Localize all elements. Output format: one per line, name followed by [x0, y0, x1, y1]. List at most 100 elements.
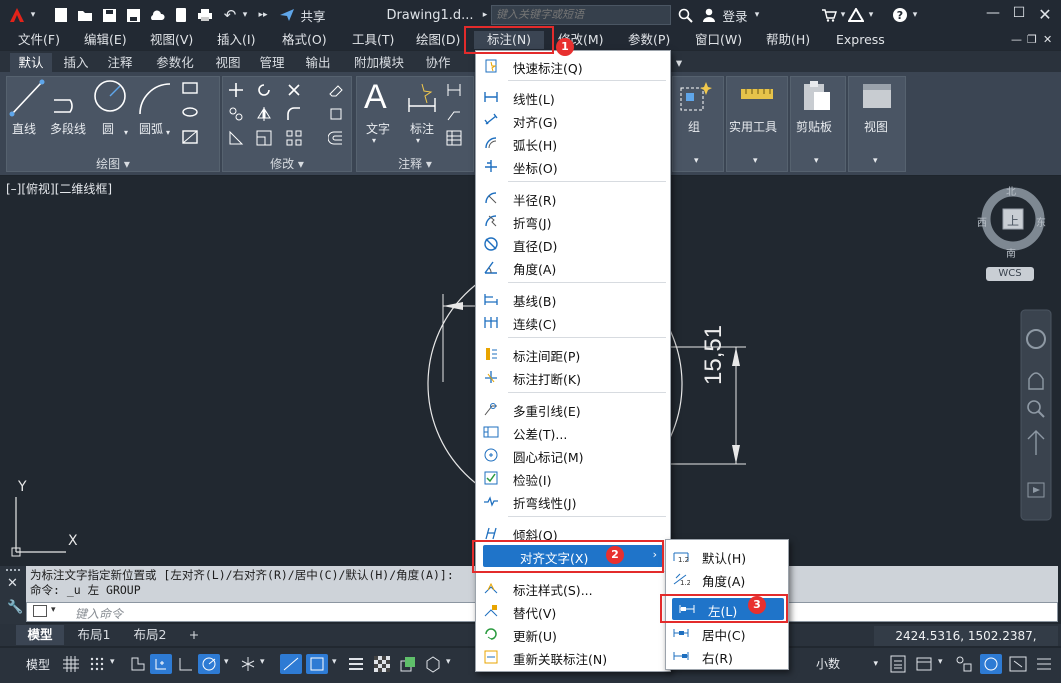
save-as-icon[interactable] — [124, 4, 142, 26]
menu-item-baseline[interactable]: 基线(B) — [476, 288, 670, 310]
menu-edit[interactable]: 编辑(E) — [84, 31, 127, 49]
customization-icon[interactable] — [1034, 654, 1054, 674]
scale-icon[interactable] — [256, 130, 272, 146]
menu-tools[interactable]: 工具(T) — [352, 31, 394, 49]
hardware-acceleration-icon[interactable] — [980, 654, 1002, 674]
text-tool-icon[interactable]: A — [364, 78, 387, 117]
stretch-icon[interactable] — [228, 130, 244, 146]
app-menu-chevron-icon[interactable]: ▾ — [28, 4, 38, 26]
menu-item-aligned[interactable]: 对齐(G) — [476, 109, 670, 131]
dynamic-input-icon[interactable] — [150, 654, 172, 674]
circle-tool-label[interactable]: 圆 — [102, 120, 114, 137]
menu-help[interactable]: 帮助(H) — [766, 31, 810, 49]
array-icon[interactable] — [286, 130, 302, 146]
menu-item-dimension-space[interactable]: 标注间距(P) — [476, 343, 670, 365]
offset-icon[interactable] — [328, 130, 344, 146]
clean-screen-icon[interactable] — [1008, 654, 1028, 674]
compass-east[interactable]: 东 — [1036, 214, 1046, 229]
menu-item-angular[interactable]: 角度(A) — [476, 256, 670, 278]
tab-manage[interactable]: 管理 — [252, 53, 292, 72]
isometric-dropdown-icon[interactable]: ▾ — [260, 657, 265, 667]
menu-item-quick-dimension[interactable]: 快速标注(Q) — [476, 55, 670, 77]
tab-default[interactable]: 默认 — [10, 53, 52, 72]
compass-south[interactable]: 南 — [1006, 245, 1016, 260]
tab-output[interactable]: 输出 — [298, 53, 338, 72]
menu-item-center-mark[interactable]: 圆心标记(M) — [476, 444, 670, 466]
tab-view[interactable]: 视图 — [208, 53, 248, 72]
menu-item-jogged[interactable]: 折弯(J) — [476, 210, 670, 232]
submenu-item-right[interactable]: 右(R) — [666, 645, 788, 667]
undo-dropdown-icon[interactable]: ▾ — [240, 4, 250, 26]
infer-constraints-icon[interactable] — [128, 654, 148, 674]
dimension-tool-label[interactable]: 标注 — [410, 120, 434, 137]
cloud-upload-icon[interactable] — [148, 4, 166, 26]
compass-west[interactable]: 西 — [977, 214, 987, 229]
grid-icon[interactable] — [62, 655, 80, 673]
menu-item-jogged-linear[interactable]: 折弯线性(J) — [476, 490, 670, 512]
tab-addins[interactable]: 附加模块 — [346, 53, 412, 72]
move-icon[interactable] — [228, 82, 244, 98]
model-space-button[interactable]: 模型 — [26, 656, 50, 673]
panel-title-draw[interactable]: 绘图 ▾ — [6, 155, 220, 173]
hatch-icon[interactable] — [182, 106, 198, 118]
share-button[interactable]: 共享 — [298, 4, 328, 26]
menu-item-arc-length[interactable]: 弧长(H) — [476, 132, 670, 154]
menu-item-reassociate[interactable]: 重新关联标注(N) — [476, 646, 670, 668]
login-button[interactable]: 登录 — [720, 4, 750, 26]
arc-dropdown-icon[interactable]: ▾ — [166, 128, 170, 137]
menu-item-dimension-break[interactable]: 标注打断(K) — [476, 366, 670, 388]
app-logo-icon[interactable] — [6, 4, 28, 26]
clipboard-dropdown-icon[interactable]: ▾ — [814, 156, 819, 166]
search-icon[interactable] — [676, 4, 694, 26]
menu-format[interactable]: 格式(O) — [282, 31, 327, 49]
group-dropdown-icon[interactable]: ▾ — [694, 156, 699, 166]
autodesk-app-icon[interactable] — [846, 4, 866, 26]
menu-item-continue[interactable]: 连续(C) — [476, 311, 670, 333]
mirror-icon[interactable] — [256, 106, 272, 122]
mobile-icon[interactable] — [172, 4, 190, 26]
tab-layout1[interactable]: 布局1 — [68, 625, 120, 645]
circle-dropdown-icon[interactable]: ▾ — [124, 128, 128, 137]
print-icon[interactable] — [196, 4, 214, 26]
fillet-icon[interactable] — [286, 106, 302, 122]
linear-dim-small-icon[interactable] — [446, 82, 462, 98]
isolate-objects-icon[interactable] — [954, 654, 974, 674]
help-icon[interactable]: ? — [890, 4, 910, 26]
view-dropdown-icon[interactable]: ▾ — [873, 156, 878, 166]
circle-icon[interactable] — [92, 78, 128, 116]
polyline-icon[interactable] — [50, 80, 90, 116]
menu-item-linear[interactable]: 线性(L) — [476, 86, 670, 108]
lock-ui-icon[interactable] — [914, 654, 934, 674]
new-file-icon[interactable] — [52, 4, 70, 26]
trim-icon[interactable] — [286, 82, 302, 98]
3d-object-snap-icon[interactable] — [422, 654, 444, 674]
tab-layout2[interactable]: 布局2 — [124, 625, 176, 645]
save-icon[interactable] — [100, 4, 118, 26]
menu-item-tolerance[interactable]: 公差(T)... — [476, 421, 670, 443]
command-grip-icon[interactable] — [6, 569, 20, 572]
more-tools-icon[interactable]: ▸▸ — [256, 4, 270, 26]
dimension-tool-icon[interactable] — [406, 82, 438, 114]
tab-collaborate[interactable]: 协作 — [418, 53, 458, 72]
isometric-icon[interactable] — [238, 654, 258, 674]
lineweight-icon[interactable] — [346, 654, 366, 674]
polyline-tool-label[interactable]: 多段线 — [50, 120, 86, 137]
text-dropdown-icon[interactable]: ▾ — [372, 136, 376, 145]
3d-snap-dropdown-icon[interactable]: ▾ — [446, 657, 451, 667]
ortho-icon[interactable] — [176, 654, 196, 674]
menu-window[interactable]: 窗口(W) — [695, 31, 742, 49]
tab-annotate[interactable]: 注释 — [100, 53, 140, 72]
leader-small-icon[interactable] — [446, 106, 462, 122]
wcs-menu[interactable]: WCS — [986, 267, 1034, 281]
menu-draw[interactable]: 绘图(D) — [416, 31, 460, 49]
doc-restore-icon[interactable]: ❐ — [1027, 31, 1037, 49]
transparency-icon[interactable] — [372, 654, 392, 674]
command-customize-icon[interactable]: 🔧 — [7, 600, 23, 615]
object-snap-tracking-icon[interactable] — [280, 654, 302, 674]
tab-parametric[interactable]: 参数化 — [146, 53, 204, 72]
app-dropdown-icon[interactable]: ▾ — [866, 4, 876, 26]
open-folder-icon[interactable] — [76, 4, 94, 26]
doc-close-icon[interactable]: ✕ — [1043, 31, 1052, 49]
menu-item-dimension-style[interactable]: 标注样式(S)... — [476, 577, 670, 599]
menu-insert[interactable]: 插入(I) — [217, 31, 255, 49]
